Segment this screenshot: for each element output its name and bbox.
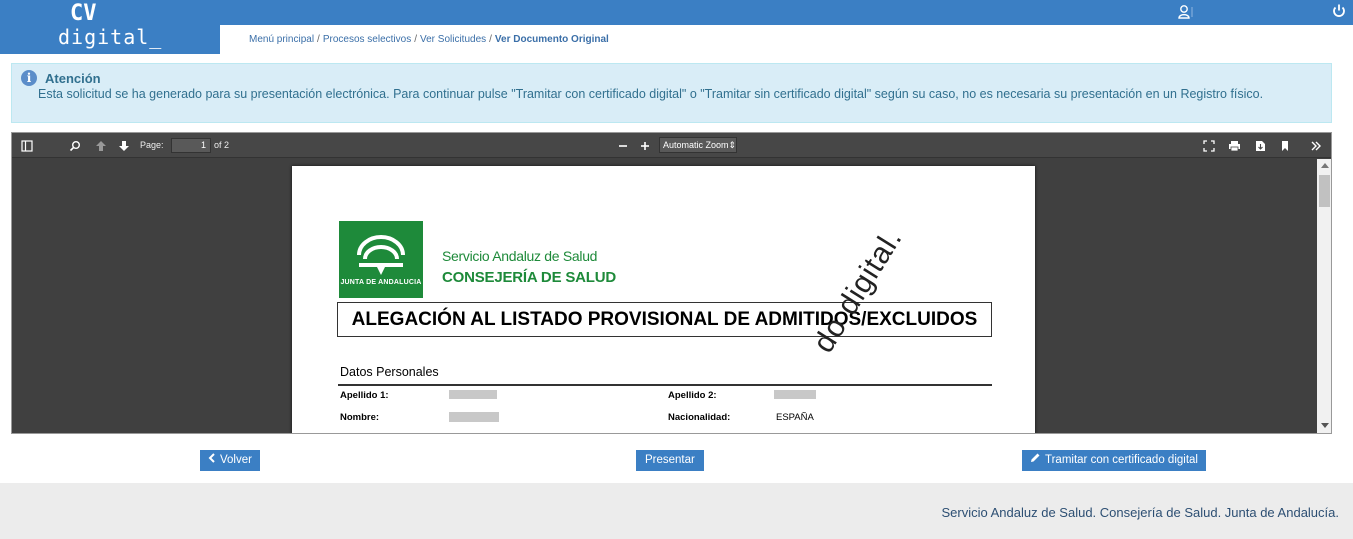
sign-button-label: Tramitar con certificado digital [1045, 454, 1198, 466]
section-divider [338, 384, 992, 386]
zoom-in-icon[interactable] [638, 138, 652, 153]
submit-button[interactable]: Presentar [636, 450, 704, 471]
attention-alert: i Atención Esta solicitud se ha generado… [11, 63, 1332, 123]
submit-button-label: Presentar [645, 454, 695, 466]
page-label: Page: [140, 140, 164, 150]
scrollbar-thumb[interactable] [1319, 175, 1330, 207]
logo-line2: digital_ [58, 25, 163, 49]
breadcrumb-ver-solicitudes[interactable]: Ver Solicitudes [420, 34, 486, 45]
back-button[interactable]: Volver [200, 450, 260, 471]
redacted-apellido2 [774, 390, 816, 399]
page-number-input[interactable]: 1 [171, 138, 211, 153]
footer-text: Servicio Andaluz de Salud. Consejería de… [941, 505, 1340, 520]
zoom-out-icon[interactable] [616, 138, 630, 153]
apellido2-label: Apellido 2: [668, 390, 717, 401]
document-title: ALEGACIÓN AL LISTADO PROVISIONAL DE ADMI… [351, 309, 978, 330]
redacted-nombre [449, 412, 499, 422]
sign-with-certificate-button[interactable]: Tramitar con certificado digital [1022, 450, 1206, 471]
previous-page-icon[interactable] [94, 138, 108, 153]
breadcrumb: Menú principal / Procesos selectivos / Ver S… [249, 34, 609, 45]
org-name: Servicio Andaluz de Salud [442, 248, 598, 264]
sidebar-toggle-icon[interactable] [20, 138, 34, 153]
apellido1-label: Apellido 1: [340, 390, 389, 401]
alert-title: Atención [45, 71, 101, 86]
tools-icon[interactable] [1309, 138, 1323, 153]
redacted-apellido1 [449, 390, 497, 399]
zoom-select-value: Automatic Zoom [663, 140, 729, 150]
logo-caption: JUNTA DE ANDALUCIA [340, 279, 422, 286]
presentation-mode-icon[interactable] [1202, 138, 1216, 153]
info-icon: i [21, 70, 37, 86]
download-icon[interactable] [1253, 138, 1267, 153]
next-page-icon[interactable] [117, 138, 131, 153]
breadcrumb-separator: / [414, 34, 417, 45]
breadcrumb-procesos-selectivos[interactable]: Procesos selectivos [323, 34, 411, 45]
chevron-left-icon [208, 450, 216, 471]
document-title-box: ALEGACIÓN AL LISTADO PROVISIONAL DE ADMI… [337, 302, 992, 337]
org-department: CONSEJERÍA DE SALUD [442, 269, 617, 286]
pdf-canvas-area[interactable]: JUNTA DE ANDALUCIA Servicio Andaluz de S… [12, 159, 1317, 433]
breadcrumb-current: Ver Documento Original [494, 34, 609, 45]
breadcrumb-separator: / [317, 34, 320, 45]
power-icon[interactable] [1331, 3, 1347, 19]
footer: Servicio Andaluz de Salud. Consejería de… [0, 483, 1353, 539]
nacionalidad-label: Nacionalidad: [668, 412, 731, 423]
back-button-label: Volver [220, 454, 252, 466]
bookmark-icon[interactable] [1278, 138, 1292, 153]
chevron-updown-icon: ⇕ [728, 140, 737, 150]
pdf-scrollbar[interactable] [1317, 159, 1331, 433]
section-title: Datos Personales [340, 365, 439, 379]
find-icon[interactable] [68, 138, 82, 153]
zoom-select[interactable]: Automatic Zoom⇕ [659, 137, 737, 153]
page-count: of 2 [214, 140, 230, 150]
pdf-toolbar: Page: 1 of 2 Automatic Zoom⇕ [12, 133, 1331, 158]
scroll-down-arrow-icon[interactable] [1321, 423, 1329, 428]
watermark: do digital. [807, 222, 909, 359]
breadcrumb-menu-principal[interactable]: Menú principal [249, 34, 314, 45]
user-icon[interactable] [1176, 3, 1194, 21]
cv-digital-logo[interactable]: CV digital_ [0, 0, 220, 54]
pencil-icon [1030, 450, 1041, 471]
pdf-viewer: Page: 1 of 2 Automatic Zoom⇕ JUNTA DE AN… [11, 132, 1332, 434]
nacionalidad-value: ESPAÑA [776, 412, 814, 423]
alert-text: Esta solicitud se ha generado para su pr… [38, 87, 1264, 101]
nombre-label: Nombre: [340, 412, 380, 423]
logo-line1: CV [70, 1, 97, 26]
scroll-up-arrow-icon[interactable] [1321, 163, 1329, 168]
breadcrumb-separator: / [489, 34, 492, 45]
junta-andalucia-logo: JUNTA DE ANDALUCIA [339, 221, 423, 298]
pdf-page: JUNTA DE ANDALUCIA Servicio Andaluz de S… [292, 166, 1035, 433]
print-icon[interactable] [1227, 138, 1241, 153]
